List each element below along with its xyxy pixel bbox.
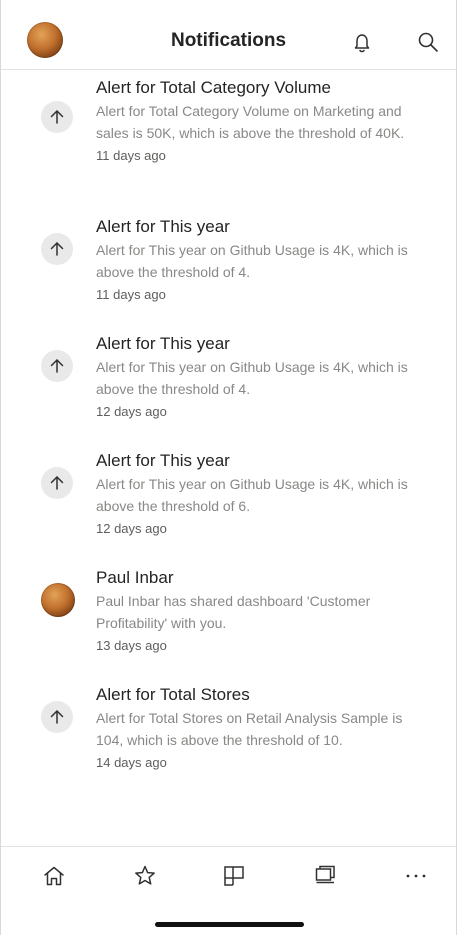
notification-item[interactable]: Alert for Total Stores Alert for Total S… xyxy=(1,684,456,794)
notification-content: Alert for Total Category Volume Alert fo… xyxy=(96,77,426,166)
header: Notifications xyxy=(1,0,456,70)
notification-time: 13 days ago xyxy=(96,638,167,653)
notification-title: Alert for Total Stores xyxy=(96,685,250,704)
notification-content: Alert for Total Stores Alert for Total S… xyxy=(96,684,426,773)
bottom-nav xyxy=(1,846,456,902)
notification-time: 12 days ago xyxy=(96,404,167,419)
notification-body: Alert for Total Category Volume on Marke… xyxy=(96,103,405,141)
notification-content: Paul Inbar Paul Inbar has shared dashboa… xyxy=(96,567,426,656)
notification-title: Alert for Total Category Volume xyxy=(96,78,331,97)
notification-content: Alert for This year Alert for This year … xyxy=(96,216,426,305)
notification-body: Paul Inbar has shared dashboard 'Custome… xyxy=(96,593,371,631)
arrow-up-icon xyxy=(41,101,73,133)
avatar xyxy=(41,583,75,617)
more-icon[interactable] xyxy=(403,863,429,889)
app-frame: Notifications Alert for Total Category V… xyxy=(0,0,457,935)
arrow-up-icon xyxy=(41,467,73,499)
notification-time: 11 days ago xyxy=(96,287,166,302)
home-icon[interactable] xyxy=(41,863,67,889)
home-indicator xyxy=(155,922,304,927)
workspaces-icon[interactable] xyxy=(313,863,339,889)
notification-item[interactable]: Alert for This year Alert for This year … xyxy=(1,450,456,560)
notification-time: 14 days ago xyxy=(96,755,167,770)
apps-icon[interactable] xyxy=(221,863,247,889)
notification-title: Alert for This year xyxy=(96,217,230,236)
notification-body: Alert for This year on Github Usage is 4… xyxy=(96,359,408,397)
arrow-up-icon xyxy=(41,233,73,265)
notification-time: 11 days ago xyxy=(96,148,166,163)
notification-title: Alert for This year xyxy=(96,451,230,470)
arrow-up-icon xyxy=(41,350,73,382)
page-title: Notifications xyxy=(170,30,287,51)
notification-body: Alert for This year on Github Usage is 4… xyxy=(96,476,408,514)
notification-title: Alert for This year xyxy=(96,334,230,353)
star-icon[interactable] xyxy=(132,863,158,889)
notification-content: Alert for This year Alert for This year … xyxy=(96,333,426,422)
notification-title: Paul Inbar xyxy=(96,568,174,587)
search-icon[interactable] xyxy=(416,30,440,54)
notification-body: Alert for This year on Github Usage is 4… xyxy=(96,242,408,280)
notification-time: 12 days ago xyxy=(96,521,167,536)
notification-item[interactable]: Alert for This year Alert for This year … xyxy=(1,333,456,443)
bell-icon[interactable] xyxy=(350,30,374,54)
notification-body: Alert for Total Stores on Retail Analysi… xyxy=(96,710,403,748)
notification-item[interactable]: Alert for Total Category Volume Alert fo… xyxy=(1,77,456,187)
notification-item[interactable]: Paul Inbar Paul Inbar has shared dashboa… xyxy=(1,567,456,677)
notification-item[interactable]: Alert for This year Alert for This year … xyxy=(1,216,456,326)
arrow-up-icon xyxy=(41,701,73,733)
notification-content: Alert for This year Alert for This year … xyxy=(96,450,426,539)
